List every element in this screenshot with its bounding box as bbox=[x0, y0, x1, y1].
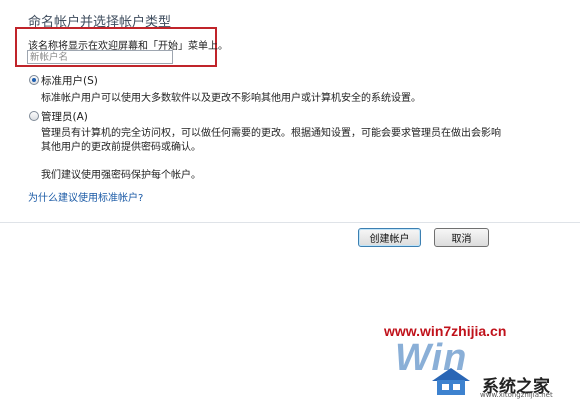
password-recommendation-text: 我们建议使用强密码保护每个帐户。 bbox=[41, 170, 201, 181]
create-account-button[interactable]: 创建帐户 bbox=[358, 228, 421, 247]
administrator-label[interactable]: 管理员(A) bbox=[41, 109, 88, 124]
standard-user-description: 标准帐户用户可以使用大多数软件以及更改不影响其他用户或计算机安全的系统设置。 bbox=[41, 93, 421, 104]
account-name-input[interactable] bbox=[27, 50, 173, 64]
administrator-radio[interactable] bbox=[29, 111, 39, 121]
why-standard-account-link[interactable]: 为什么建议使用标准帐户? bbox=[28, 189, 143, 204]
standard-user-radio[interactable] bbox=[29, 75, 39, 85]
administrator-description-line-2: 其他用户的更改前提供密码或确认。 bbox=[41, 142, 201, 153]
standard-user-label[interactable]: 标准用户(S) bbox=[41, 73, 98, 88]
watermark-site-text: www.xitongzhijia.net bbox=[480, 391, 553, 399]
administrator-description-line-1: 管理员有计算机的完全访问权，可以做任何需要的更改。根据通知设置，可能会要求管理员… bbox=[41, 128, 501, 139]
divider bbox=[0, 222, 580, 223]
house-logo-icon bbox=[432, 368, 470, 395]
cancel-button[interactable]: 取消 bbox=[434, 228, 489, 247]
